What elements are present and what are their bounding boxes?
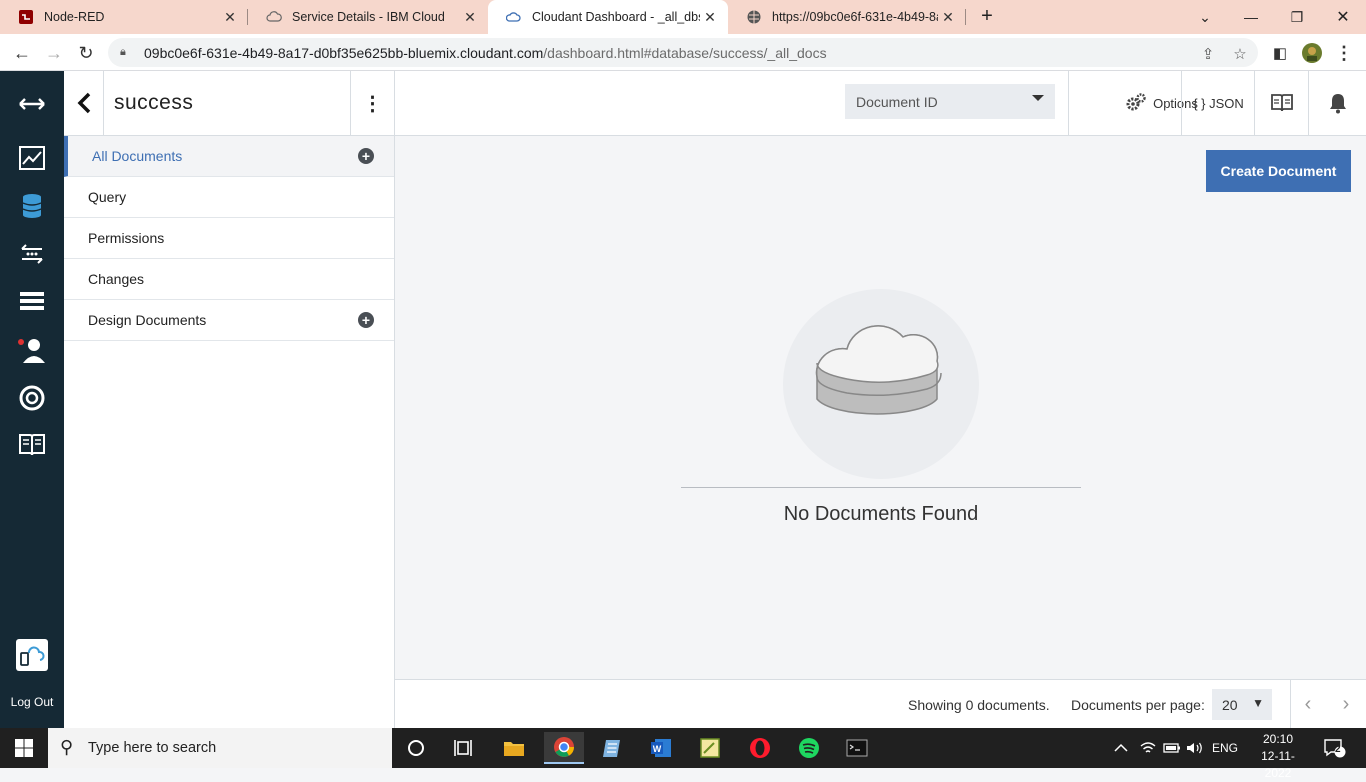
sidebar-item-permissions[interactable]: Permissions [64,218,394,259]
gears-icon [1125,93,1147,113]
cloudant-icon [506,9,522,25]
close-icon[interactable]: ✕ [220,9,240,26]
icon-rail: Log Out [0,71,64,728]
forward-arrow-icon[interactable]: → [41,40,67,66]
close-icon[interactable]: ✕ [460,9,480,26]
chrome-icon[interactable] [544,732,584,764]
globe-icon [746,9,762,25]
cortana-icon[interactable] [396,732,436,764]
sidebar-item-changes[interactable]: Changes [64,259,394,300]
lock-icon: 🔒︎ [120,46,126,58]
notification-center-icon[interactable]: 2 [1323,728,1347,768]
side-panel-icon[interactable]: ◧ [1267,40,1293,66]
back-chevron-icon[interactable] [64,71,104,135]
tab-cloudant-dashboard[interactable]: Cloudant Dashboard - _all_dbs ✕ [488,0,728,34]
book-icon[interactable] [1254,71,1309,135]
terminal-icon[interactable] [837,732,877,764]
volume-icon[interactable] [1186,728,1204,768]
browser-toolbar: ← → ↻ 🔒︎ 09bc0e6f-631e-4b49-8a17-d0bf35e… [0,34,1366,71]
tab-node-red[interactable]: Node-RED ✕ [0,0,248,34]
search-icon: ⚲ [60,737,74,757]
svg-text:W: W [653,744,662,754]
close-window-button[interactable]: ✕ [1320,0,1366,34]
share-icon[interactable]: ⇪ [1196,42,1220,66]
close-icon[interactable]: ✕ [938,9,958,26]
create-document-button[interactable]: Create Document [1206,150,1351,192]
account-icon[interactable] [14,286,50,316]
battery-icon[interactable] [1163,728,1181,768]
divider [1290,680,1291,728]
node-red-icon [18,9,34,25]
word-icon[interactable]: W [641,732,681,764]
new-tab-button[interactable]: + [976,6,998,28]
main-header: Document ID Options { } JSON [395,71,1366,136]
bell-icon[interactable] [1308,71,1366,135]
per-page-label: Documents per page: [1071,697,1205,713]
expand-arrows-icon[interactable] [14,89,50,119]
tab-service-details[interactable]: Service Details - IBM Cloud ✕ [248,0,488,34]
database-name: success [114,91,194,114]
task-view-icon[interactable] [444,732,484,764]
notepad-icon[interactable] [592,732,632,764]
file-explorer-icon[interactable] [494,732,534,764]
restore-button[interactable]: ❐ [1274,0,1320,34]
star-icon[interactable]: ☆ [1228,42,1252,66]
add-icon[interactable]: + [358,148,374,164]
database-menu-icon[interactable]: ⋮ [350,71,394,135]
logout-link[interactable]: Log Out [0,695,64,709]
taskbar-search-input[interactable]: ⚲ Type here to search [48,728,392,768]
network-icon[interactable] [1140,728,1156,768]
editor-icon[interactable] [690,732,730,764]
user-icon[interactable] [14,335,50,365]
language-indicator[interactable]: ENG [1212,728,1238,768]
sidebar-item-all-documents[interactable]: All Documents + [64,136,394,177]
cloud-icon [815,325,942,415]
chrome-menu-icon[interactable]: ⋮ [1331,40,1357,66]
empty-state-message: No Documents Found [783,503,979,525]
notification-count-badge: 2 [1335,744,1341,755]
json-button[interactable]: { } JSON [1181,71,1255,135]
address-bar[interactable]: 🔒︎ 09bc0e6f-631e-4b49-8a17-d0bf35e625bb-… [108,38,1258,67]
databases-icon[interactable] [14,191,50,221]
per-page-select[interactable]: 20 ▼ [1212,689,1272,720]
empty-state-illustration [783,289,979,479]
spotify-icon[interactable] [789,732,829,764]
sidebar-item-query[interactable]: Query [64,177,394,218]
close-icon[interactable]: ✕ [700,9,720,26]
opera-icon[interactable] [740,732,780,764]
database-sidebar: success ⋮ All Documents + Query Permissi… [64,71,395,728]
replication-icon[interactable] [14,239,50,269]
tab-cloudant-url[interactable]: https://09bc0e6f-631e-4b49-8a17 ✕ [728,0,966,34]
chevron-down-icon: ▼ [1252,696,1264,710]
avatar[interactable] [1299,40,1325,66]
document-count: Showing 0 documents. [908,697,1050,713]
previous-page-icon[interactable]: ‹ [1296,692,1320,716]
minimize-button[interactable]: — [1228,0,1274,34]
system-clock[interactable]: 20:10 12-11-2022 [1250,731,1306,782]
pagination-footer: Showing 0 documents. Documents per page:… [395,679,1366,728]
ibm-cloud-icon[interactable] [14,637,50,673]
add-icon[interactable]: + [358,312,374,328]
tab-separator [965,9,966,25]
divider [681,487,1081,488]
windows-taskbar: ⚲ Type here to search W ENG 20:10 12-11-… [0,728,1366,780]
document-id-select[interactable]: Document ID [845,84,1055,119]
cloud-icon [266,9,282,25]
browser-tabstrip: Node-RED ✕ Service Details - IBM Cloud ✕… [0,0,1366,34]
support-icon[interactable] [14,383,50,413]
monitoring-icon[interactable] [14,143,50,173]
sidebar-item-design-documents[interactable]: Design Documents + [64,300,394,341]
tab-search-chevron-icon[interactable]: ⌄ [1182,0,1228,34]
database-header: success ⋮ [64,71,394,136]
reload-icon[interactable]: ↻ [73,40,99,66]
windows-start-icon[interactable] [0,728,48,768]
back-arrow-icon[interactable]: ← [9,40,35,66]
caret-down-icon [1032,95,1044,101]
next-page-icon[interactable]: › [1334,692,1358,716]
documentation-icon[interactable] [14,430,50,460]
show-hidden-icons-chevron-icon[interactable] [1114,728,1128,768]
